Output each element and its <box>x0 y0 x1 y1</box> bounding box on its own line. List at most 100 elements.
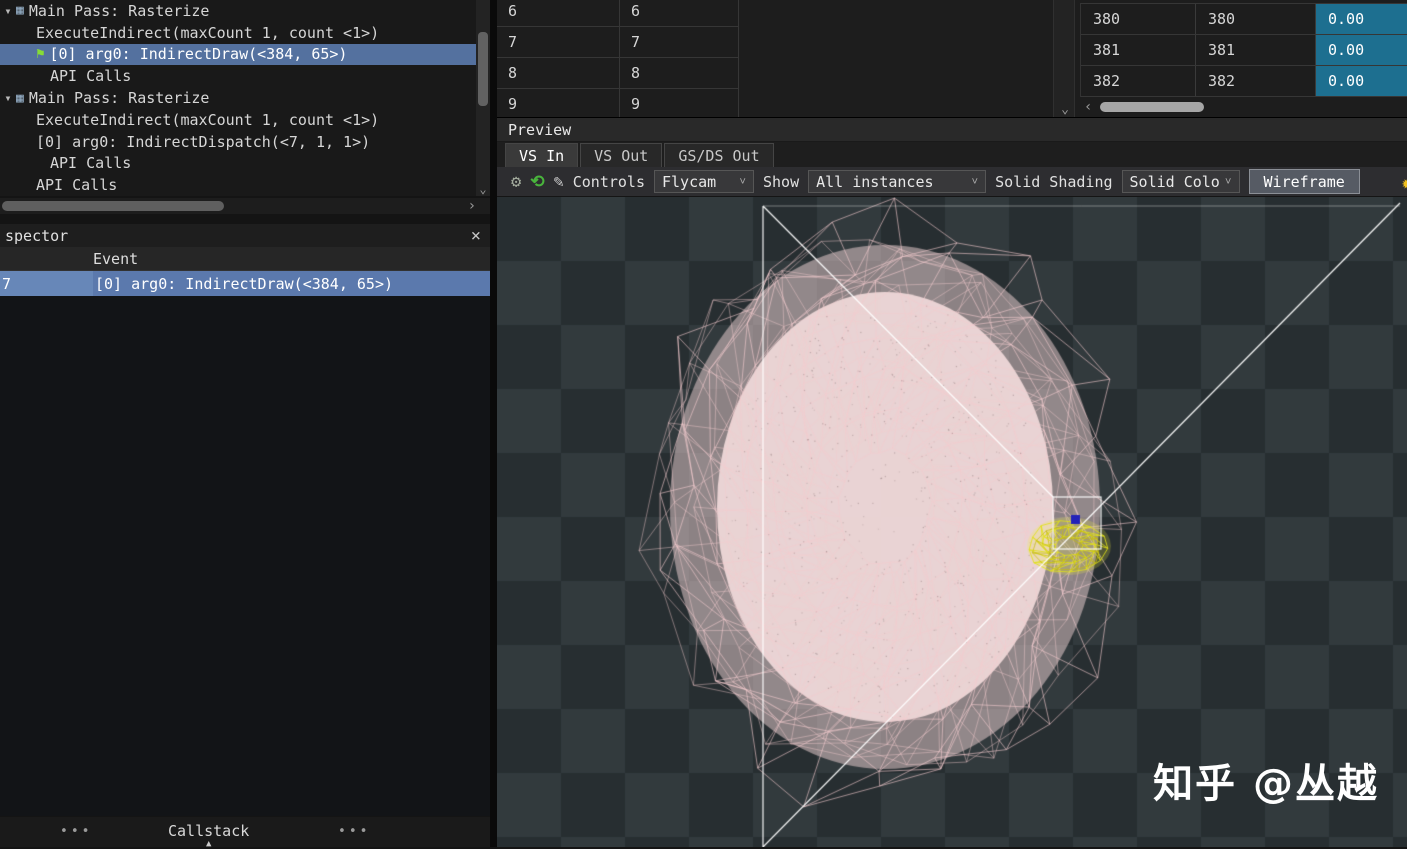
pass-marker-icon: ▦ <box>16 3 24 18</box>
table-row[interactable]: 3803800.00 <box>1081 4 1407 35</box>
table-cell: 8 <box>620 58 738 88</box>
table-cell: 6 <box>620 0 738 26</box>
inspector-selected-row[interactable]: 7 [0] arg0: IndirectDraw(<384, 65>) <box>0 271 490 296</box>
event-tree-row-label: ExecuteIndirect(maxCount 1, count <1>) <box>36 111 379 129</box>
tab-vs-out[interactable]: VS Out <box>580 143 662 167</box>
event-column-header: Event <box>93 250 138 268</box>
star-icon[interactable]: ✹ <box>1402 172 1407 194</box>
wireframe-toggle-button[interactable]: Wireframe <box>1249 169 1360 194</box>
event-tree-row-label: API Calls <box>36 176 117 194</box>
preview-toolbar: ⚙ ⟲ ✎ Controls Flycam ˅ Show All instanc… <box>497 167 1407 197</box>
tab-vs-in[interactable]: VS In <box>505 143 578 167</box>
table-row[interactable]: 77 <box>497 27 738 58</box>
shading-label: Solid Shading <box>995 173 1112 191</box>
event-tree-row-label: [0] arg0: IndirectDispatch(<7, 1, 1>) <box>36 133 370 151</box>
dock-handle-dots[interactable]: ••• <box>60 824 92 839</box>
watermark-text: 知乎 @丛越 <box>1153 751 1379 809</box>
preview-viewport[interactable]: 知乎 @丛越 <box>497 197 1407 847</box>
dock-tab-bar: ••• Callstack ▲ ••• <box>0 817 490 847</box>
table-cell: 7 <box>620 27 738 57</box>
table-row[interactable]: 66 <box>497 0 738 27</box>
index-cell: 381 <box>1081 35 1196 65</box>
table-row[interactable]: 3813810.00 <box>1081 35 1407 66</box>
event-tree-row-label: [0] arg0: IndirectDraw(<384, 65>) <box>49 45 347 63</box>
event-eid: 7 <box>0 271 93 296</box>
table-row[interactable]: 99 <box>497 89 738 118</box>
buffer-tables: 66778899 ⌄ 3803800.003813810.003823820.0… <box>497 0 1407 118</box>
table-cell: 6 <box>497 0 620 26</box>
event-tree-hscrollbar[interactable]: › <box>0 198 490 214</box>
table-row[interactable]: 88 <box>497 58 738 89</box>
tab-callstack[interactable]: Callstack <box>168 822 249 840</box>
tab-gs-ds-out[interactable]: GS/DS Out <box>664 143 773 167</box>
scroll-down-icon[interactable]: ⌄ <box>1054 102 1076 117</box>
preview-tabs: VS InVS OutGS/DS Out <box>497 142 1407 167</box>
event-inspector-panel: spector × Event 7 [0] arg0: IndirectDraw… <box>0 224 490 816</box>
close-icon[interactable]: × <box>471 226 481 246</box>
controls-dropdown[interactable]: Flycam ˅ <box>654 170 754 193</box>
index-cell: 381 <box>1196 35 1316 65</box>
event-tree-row-label: API Calls <box>50 154 131 172</box>
dock-handle-dots[interactable]: ••• <box>338 824 370 839</box>
shading-dropdown[interactable]: Solid Colo ˅ <box>1122 170 1240 193</box>
event-tree-row[interactable]: ExecuteIndirect(maxCount 1, count <1>) <box>0 22 476 44</box>
table-hscrollbar[interactable]: ‹ <box>1080 99 1407 115</box>
inspector-title: spector <box>5 227 68 245</box>
show-dropdown-value: All instances <box>816 173 933 191</box>
preview-title-text: Preview <box>508 121 571 139</box>
event-tree-row[interactable]: API Calls <box>0 153 476 175</box>
event-tree-row[interactable]: ExecuteIndirect(maxCount 1, count <1>) <box>0 109 476 131</box>
scroll-right-icon[interactable]: › <box>468 198 476 214</box>
scrollbar-thumb[interactable] <box>2 201 224 211</box>
event-tree-row[interactable]: ⚑ [0] arg0: IndirectDraw(<384, 65>) <box>0 44 476 66</box>
event-tree-row[interactable]: ▾▦ Main Pass: Rasterize <box>0 0 476 22</box>
value-cell: 0.00 <box>1316 66 1407 96</box>
renderdoc-window: ▾▦Main Pass: RasterizeExecuteIndirect(ma… <box>0 0 1407 847</box>
current-event-flag-icon: ⚑ <box>36 46 44 62</box>
table-vscrollbar[interactable]: ⌄ <box>1053 0 1075 118</box>
event-tree-row[interactable]: API Calls <box>0 65 476 87</box>
event-label: [0] arg0: IndirectDraw(<384, 65>) <box>93 275 393 293</box>
event-tree: ▾▦Main Pass: RasterizeExecuteIndirect(ma… <box>0 0 476 196</box>
controls-dropdown-value: Flycam <box>662 173 716 191</box>
event-tree-vscrollbar[interactable]: ⌄ <box>476 0 490 196</box>
event-tree-row[interactable]: ▾▦ Main Pass: Rasterize <box>0 87 476 109</box>
scrollbar-thumb[interactable] <box>1100 102 1204 112</box>
pass-marker-icon: ▦ <box>16 91 24 106</box>
index-cell: 382 <box>1081 66 1196 96</box>
tree-expand-icon: ▾ <box>0 91 16 105</box>
event-tree-row-label: ExecuteIndirect(maxCount 1, count <1>) <box>36 24 379 42</box>
vertex-table-left: 66778899 <box>497 0 739 118</box>
scroll-down-icon[interactable]: ⌄ <box>476 182 490 196</box>
event-tree-row[interactable]: [0] arg0: IndirectDispatch(<7, 1, 1>) <box>0 131 476 153</box>
event-tree-row[interactable]: API Calls <box>0 174 476 196</box>
event-tree-row-label: Main Pass: Rasterize <box>29 89 210 107</box>
reset-camera-icon[interactable]: ⟲ <box>530 167 544 197</box>
panel-splitter[interactable] <box>490 0 497 847</box>
index-cell: 380 <box>1081 4 1196 34</box>
show-dropdown[interactable]: All instances ˅ <box>808 170 986 193</box>
scrollbar-thumb[interactable] <box>478 32 488 106</box>
inspector-header-row: Event <box>0 247 490 271</box>
inspector-title-bar: spector × <box>0 224 490 247</box>
index-cell: 380 <box>1196 4 1316 34</box>
value-cell: 0.00 <box>1316 4 1407 34</box>
mesh-preview-canvas[interactable] <box>497 197 1407 847</box>
chevron-down-icon: ˅ <box>968 175 979 189</box>
tree-expand-icon: ▾ <box>0 4 16 18</box>
chevron-down-icon: ˅ <box>735 175 746 189</box>
table-cell: 9 <box>620 89 738 118</box>
settings-gear-icon[interactable]: ⚙ <box>511 167 521 197</box>
scroll-left-icon[interactable]: ‹ <box>1084 99 1092 115</box>
value-cell: 0.00 <box>1316 35 1407 65</box>
controls-label: Controls <box>573 173 645 191</box>
table-row[interactable]: 3823820.00 <box>1081 66 1407 97</box>
pick-element-icon[interactable]: ✎ <box>554 167 564 197</box>
show-label: Show <box>763 173 799 191</box>
event-browser-panel: ▾▦Main Pass: RasterizeExecuteIndirect(ma… <box>0 0 490 847</box>
shading-dropdown-value: Solid Colo <box>1130 173 1220 191</box>
event-tree-row-label: API Calls <box>50 67 131 85</box>
vertex-table-right: 3803800.003813810.003823820.00 <box>1080 3 1407 97</box>
preview-panel-title: Preview <box>497 118 1407 142</box>
event-tree-row-label: Main Pass: Rasterize <box>29 2 210 20</box>
